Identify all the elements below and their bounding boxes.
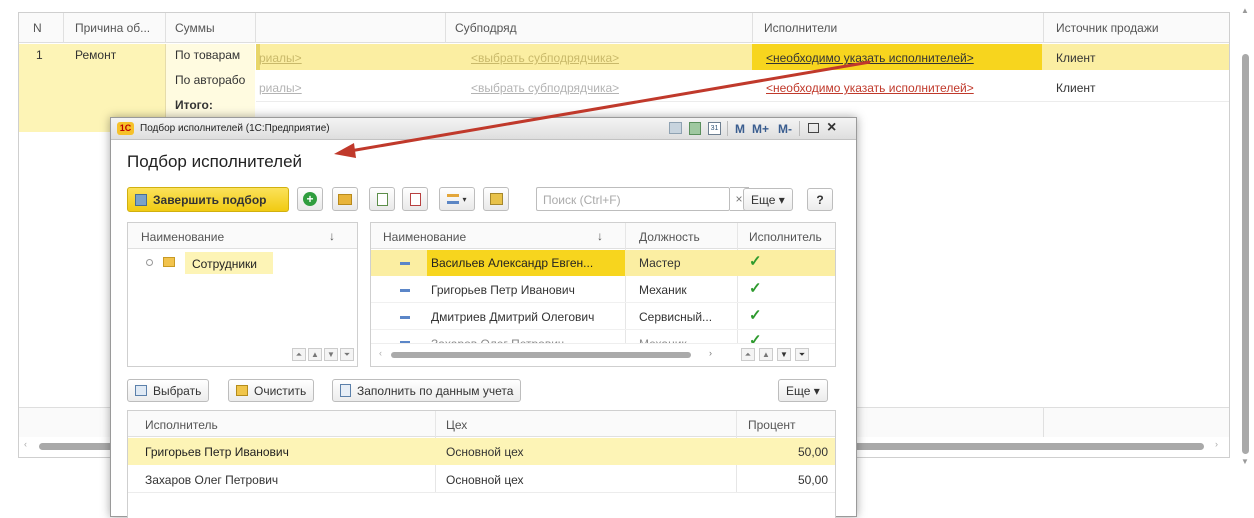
annotation-arrow bbox=[334, 60, 871, 158]
